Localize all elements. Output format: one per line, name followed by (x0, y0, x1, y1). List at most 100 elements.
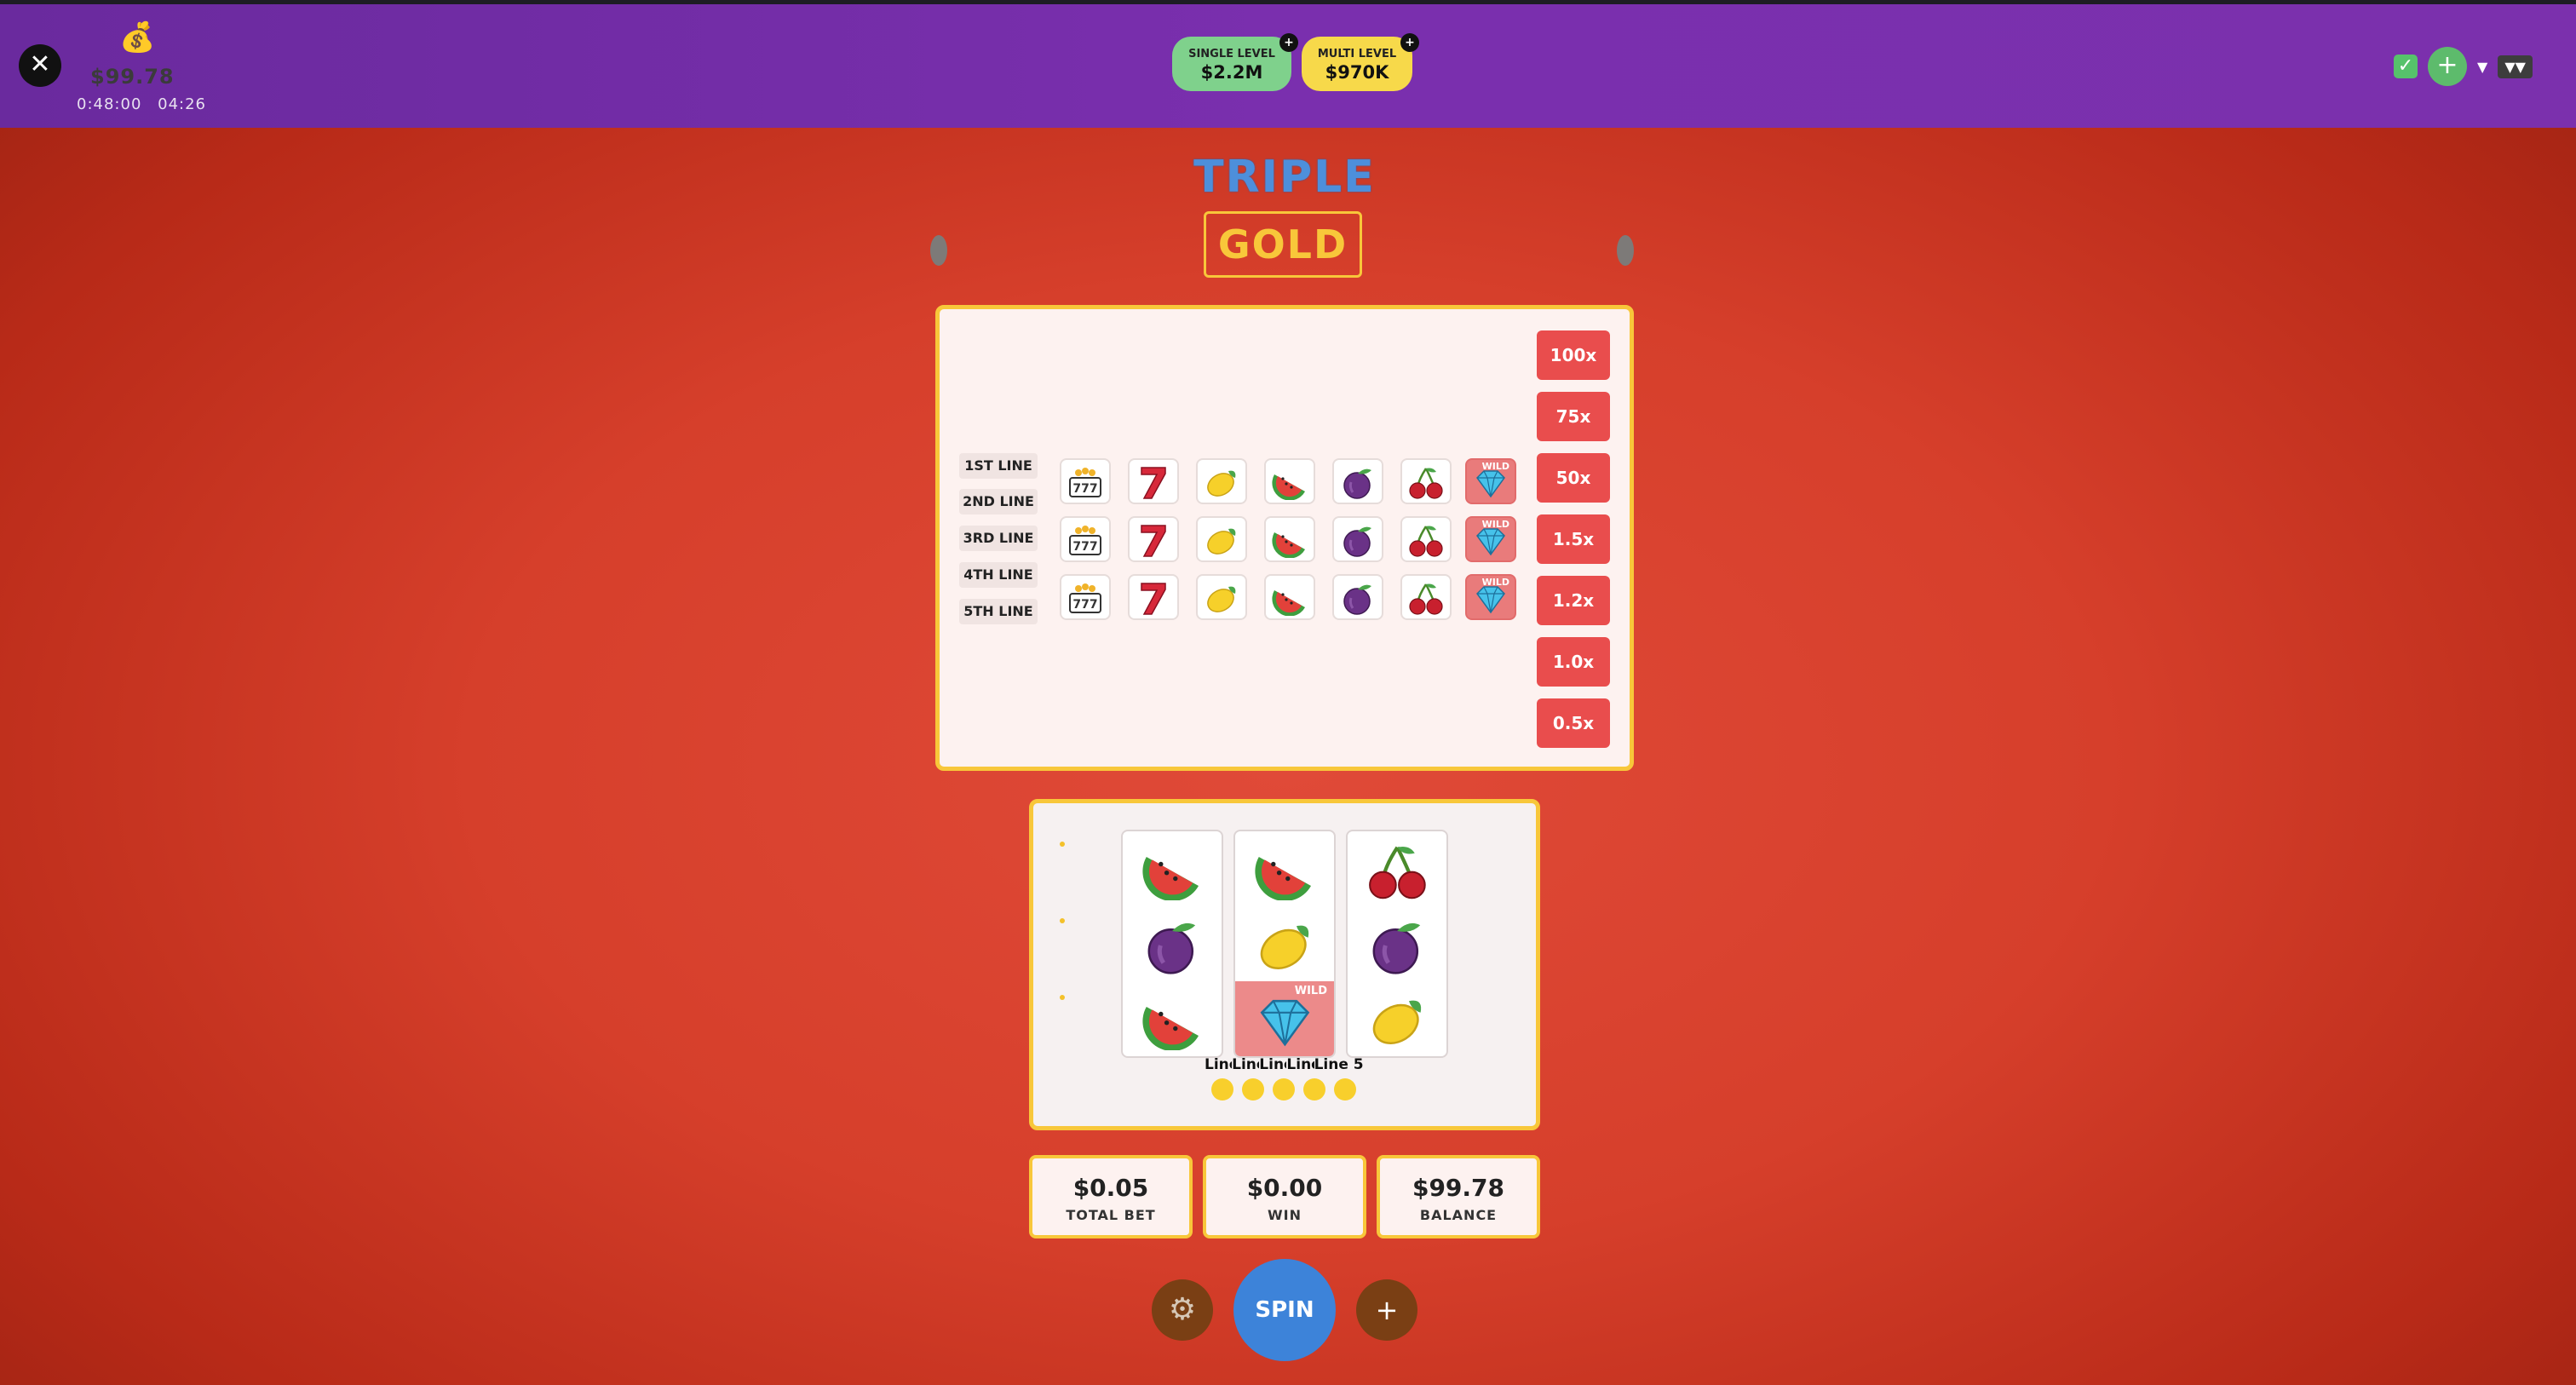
payline-labels: Line 1 Line 2 Line 3 Line 4 Line 5 (1205, 1056, 1375, 1077)
jackpot-value: $2.2M (1200, 62, 1263, 83)
jackpot-multi-level[interactable]: MULTI LEVEL $970K + (1302, 33, 1419, 91)
multiplier-75x: 75x (1537, 392, 1610, 441)
balance-value: $99.78 (1412, 1174, 1505, 1202)
chevron-down-icon[interactable]: ▼ (2477, 59, 2487, 75)
jackpot-single-level[interactable]: SINGLE LEVEL $2.2M + (1172, 33, 1298, 91)
watermelon-icon (1123, 831, 1222, 906)
win-box: $0.00 WIN (1203, 1155, 1366, 1238)
svg-text:777: 777 (1072, 482, 1097, 496)
line-label-2: 2ND LINE (959, 489, 1038, 514)
spin-button[interactable]: SPIN (1233, 1259, 1336, 1361)
jackpot-plus-icon: + (1400, 33, 1419, 52)
svg-text:777: 777 (1072, 598, 1097, 612)
jackpot-label: SINGLE LEVEL (1188, 48, 1275, 60)
plum-icon (1332, 516, 1383, 562)
wild-diamond-icon: WILD (1465, 458, 1516, 504)
plum-icon (1123, 906, 1222, 981)
win-label: WIN (1268, 1207, 1302, 1223)
payline-indicator-2[interactable] (1242, 1078, 1264, 1101)
close-icon: ✕ (29, 49, 51, 79)
seven-icon (1128, 458, 1179, 504)
close-button[interactable]: ✕ (19, 44, 61, 87)
gear-icon: ⚙ (1168, 1292, 1197, 1327)
paytable-prev-arrow[interactable] (930, 235, 947, 266)
plum-icon (1332, 574, 1383, 620)
payline-label: Line 1 (1205, 1056, 1232, 1073)
lemon-icon (1196, 516, 1247, 562)
multiplier-1-0x: 1.0x (1537, 637, 1610, 687)
row-indicator-dot (1060, 918, 1065, 923)
paytable-next-arrow[interactable] (1617, 235, 1634, 266)
check-icon[interactable]: ✓ (2394, 55, 2418, 78)
multiplier-0-5x: 0.5x (1537, 698, 1610, 748)
money-bag-icon: 💰 (119, 20, 156, 55)
watermelon-icon (1264, 516, 1315, 562)
payline-indicator-5[interactable] (1334, 1078, 1356, 1101)
reel-3 (1346, 830, 1448, 1058)
wild-diamond-icon: WILD (1465, 516, 1516, 562)
clock-time: 04:26 (158, 95, 206, 113)
row-indicator-dot (1060, 995, 1065, 1000)
settings-button[interactable]: ⚙ (1152, 1279, 1213, 1341)
payline-indicator-3[interactable] (1273, 1078, 1295, 1101)
bar-777-icon: 777 (1060, 574, 1111, 620)
jackpot-label: MULTI LEVEL (1317, 48, 1397, 60)
total-bet-label: TOTAL BET (1066, 1207, 1156, 1223)
cherry-icon (1400, 516, 1452, 562)
plum-icon (1332, 458, 1383, 504)
watermelon-icon (1264, 574, 1315, 620)
increase-bet-button[interactable]: + (1356, 1279, 1417, 1341)
add-funds-button[interactable]: + (2428, 47, 2467, 86)
wild-diamond-icon: WILD (1235, 981, 1334, 1056)
session-time: 0:48:00 (77, 95, 142, 113)
jackpot-value: $970K (1325, 62, 1389, 83)
payline-label: Line 2 (1232, 1056, 1259, 1073)
cherry-icon (1400, 458, 1452, 504)
multiplier-100x: 100x (1537, 330, 1610, 380)
wild-tag: WILD (1294, 985, 1327, 997)
win-value: $0.00 (1246, 1174, 1323, 1202)
seven-icon (1128, 516, 1179, 562)
payline-label: Line 4 (1286, 1056, 1314, 1073)
payline-label: Line 5 (1314, 1056, 1364, 1073)
bar-777-icon: 777 (1060, 458, 1111, 504)
cherry-icon (1400, 574, 1452, 620)
balance-box: $99.78 BALANCE (1377, 1155, 1540, 1238)
header-balance: $99.78 (90, 65, 175, 89)
svg-text:777: 777 (1072, 540, 1097, 554)
watermelon-icon (1264, 458, 1315, 504)
wild-tag: WILD (1481, 461, 1509, 472)
balance-label: BALANCE (1419, 1207, 1498, 1223)
seven-icon (1128, 574, 1179, 620)
lemon-icon (1196, 458, 1247, 504)
payline-label: Line 3 (1259, 1056, 1286, 1073)
payline-indicator-4[interactable] (1303, 1078, 1325, 1101)
multiplier-50x: 50x (1537, 453, 1610, 503)
cherry-icon (1348, 831, 1446, 906)
lemon-icon (1196, 574, 1247, 620)
total-bet-box: $0.05 TOTAL BET (1029, 1155, 1193, 1238)
plum-icon (1348, 906, 1446, 981)
reel-2: WILD (1233, 830, 1336, 1058)
top-right-controls: ✓ + ▼ ▼▼ (2394, 47, 2533, 86)
wild-tag: WILD (1481, 577, 1509, 588)
session-times: 0:48:00 04:26 (77, 95, 216, 113)
wild-diamond-icon: WILD (1465, 574, 1516, 620)
game-title-gold: GOLD (1204, 211, 1362, 278)
reel-1 (1121, 830, 1223, 1058)
multiplier-1-2x: 1.2x (1537, 576, 1610, 625)
wild-tag: WILD (1481, 519, 1509, 530)
line-label-1: 1ST LINE (959, 453, 1038, 479)
collapse-menu-button[interactable]: ▼▼ (2498, 55, 2533, 78)
payline-indicator-1[interactable] (1211, 1078, 1233, 1101)
bar-777-icon: 777 (1060, 516, 1111, 562)
line-label-3: 3RD LINE (959, 526, 1038, 551)
game-title-triple: TRIPLE (1193, 152, 1376, 203)
total-bet-value: $0.05 (1072, 1174, 1149, 1202)
watermelon-icon (1123, 981, 1222, 1056)
jackpot-plus-icon: + (1279, 33, 1298, 52)
row-indicator-dot (1060, 842, 1065, 847)
multiplier-1-5x: 1.5x (1537, 514, 1610, 564)
lemon-icon (1235, 906, 1334, 981)
line-label-5: 5TH LINE (959, 599, 1038, 624)
